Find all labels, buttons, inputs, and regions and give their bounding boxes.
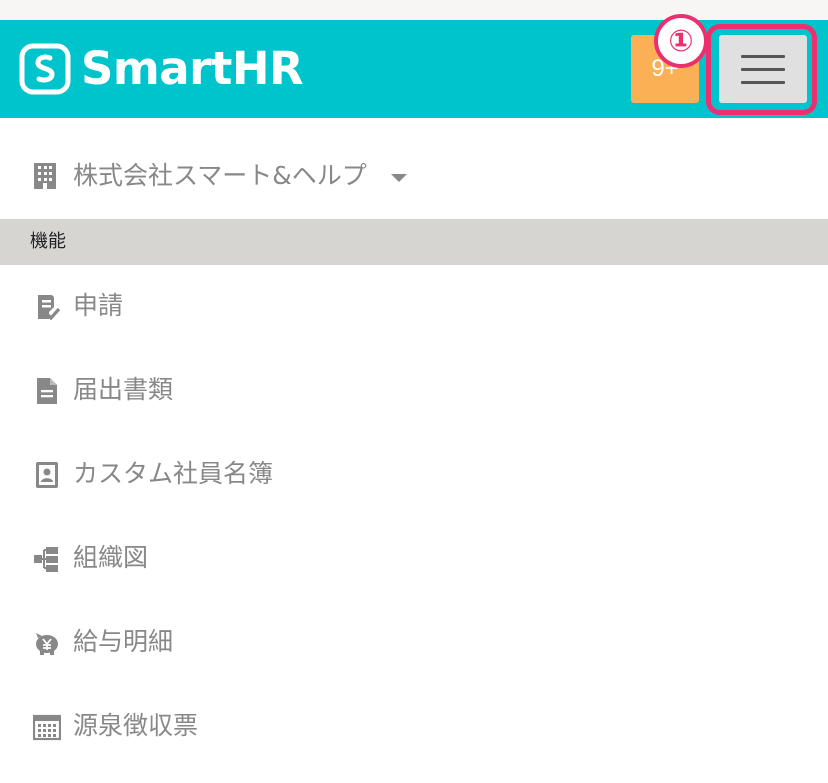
- nav-item-label: 届出書類: [73, 375, 174, 404]
- hamburger-menu-button[interactable]: [719, 35, 807, 103]
- nav-item-label: 給与明細: [73, 627, 174, 656]
- building-icon: [34, 163, 56, 189]
- nav-item-directory[interactable]: カスタム社員名簿: [0, 433, 828, 517]
- nav-item-label: 組織図: [73, 543, 149, 572]
- logo-text: SmartHR: [81, 42, 304, 95]
- request-check-icon: [38, 295, 61, 321]
- nav-item-org-chart[interactable]: 組織図: [0, 517, 828, 601]
- company-name: 株式会社スマート&ヘルプ: [73, 161, 367, 190]
- hamburger-icon-line: [741, 81, 785, 84]
- hamburger-icon-line: [741, 55, 785, 58]
- nav-item-label: カスタム社員名簿: [73, 459, 274, 488]
- nav-item-label: 源泉徴収票: [73, 711, 199, 740]
- piggy-bank-icon: [36, 633, 58, 655]
- nav-item-withholding-slip[interactable]: 源泉徴収票: [0, 685, 828, 769]
- section-header: 機能: [0, 219, 828, 265]
- smarthr-logo[interactable]: SmartHR: [19, 41, 304, 97]
- company-selector[interactable]: 株式会社スマート&ヘルプ: [0, 118, 828, 219]
- nav-item-label: 申請: [73, 291, 124, 320]
- nav-item-documents[interactable]: 届出書類: [0, 349, 828, 433]
- hamburger-icon-line: [741, 68, 785, 71]
- feature-nav: 申請 届出書類 カスタム社員名簿 組織図 給与明細 源泉徴収票: [0, 265, 828, 769]
- org-chart-icon: [34, 547, 58, 572]
- step-marker: ①: [654, 14, 708, 68]
- status-strip: [0, 0, 828, 20]
- smarthr-logo-icon: [19, 43, 71, 95]
- chevron-down-icon: [391, 174, 407, 182]
- document-icon: [37, 378, 57, 404]
- app-header: SmartHR 9+ ①: [0, 14, 828, 118]
- nav-item-payslip[interactable]: 給与明細: [0, 601, 828, 685]
- employee-directory-icon: [36, 462, 58, 488]
- calendar-icon: [33, 714, 61, 741]
- nav-item-request[interactable]: 申請: [0, 265, 828, 349]
